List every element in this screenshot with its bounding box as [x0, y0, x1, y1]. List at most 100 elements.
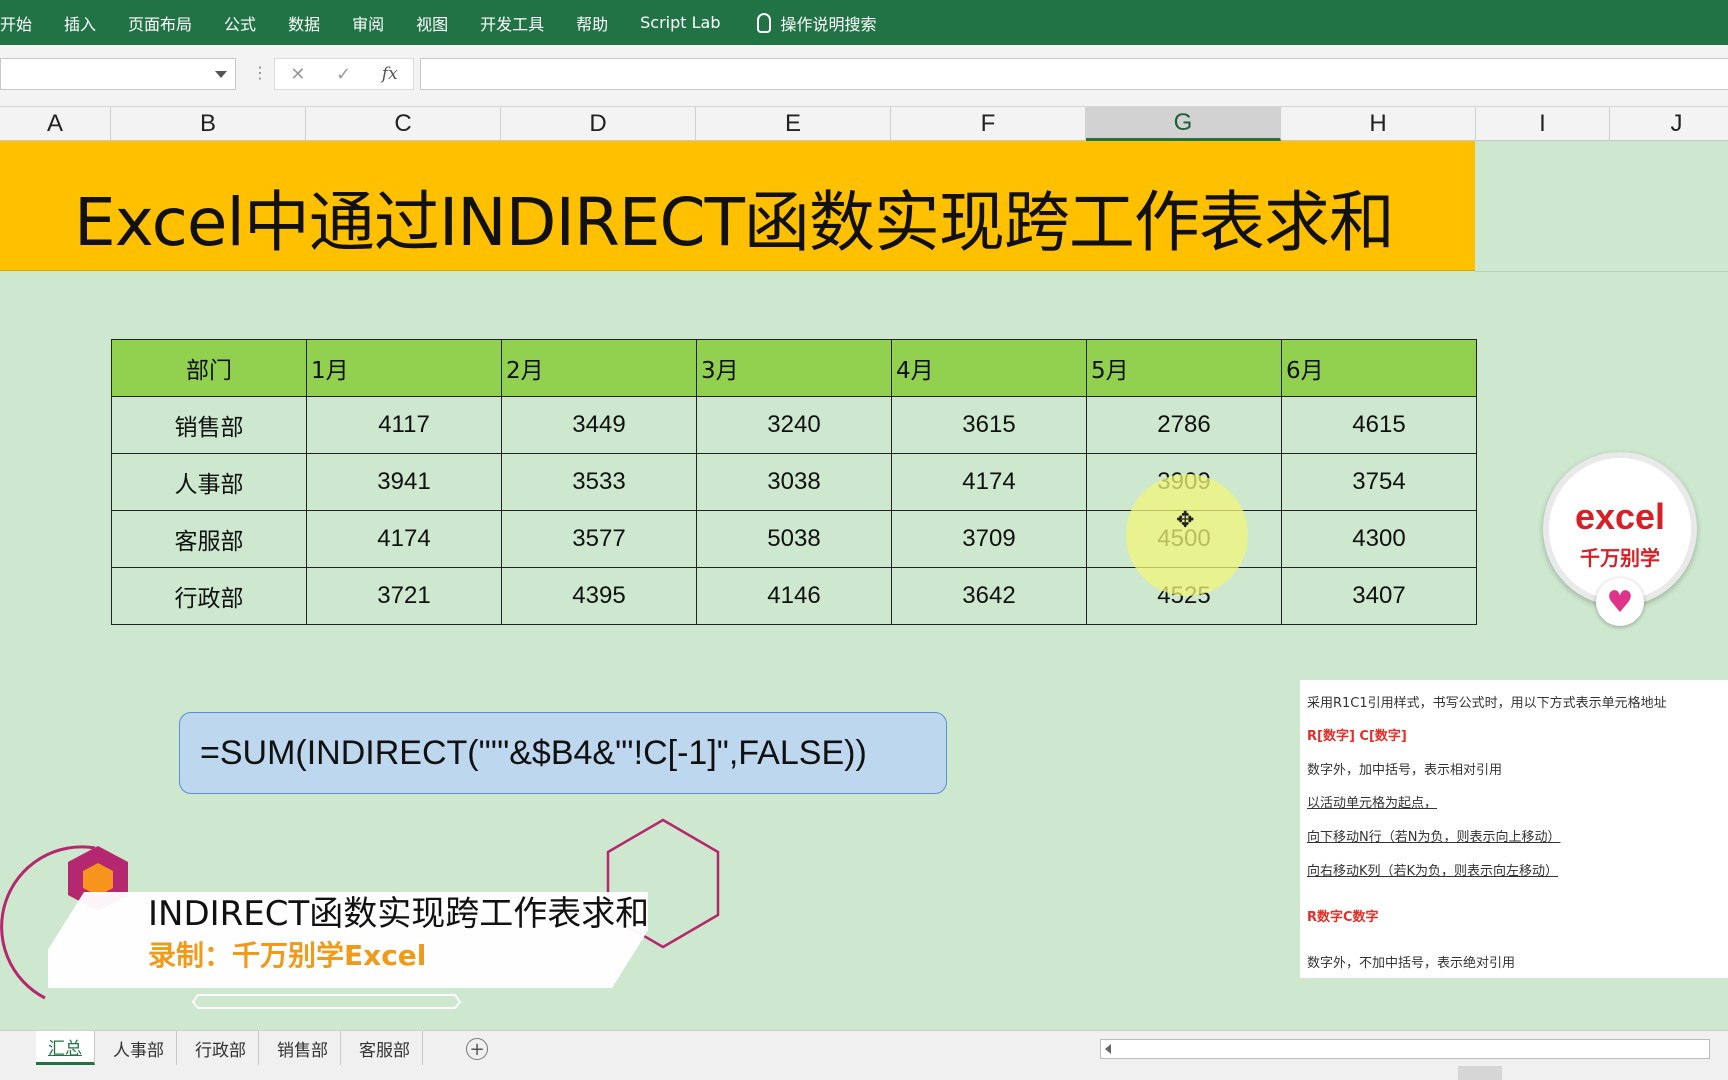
value-cell[interactable]: 3577 — [501, 510, 697, 568]
note-line: 向右移动K列（若K为负，则表示向左移动） — [1307, 864, 1559, 879]
cursor-highlight — [1126, 474, 1248, 596]
column-header-j[interactable]: J — [1610, 107, 1728, 141]
table-header-row: 部门 1月 2月 3月 4月 5月 6月 — [111, 339, 1477, 397]
row-divider — [1475, 271, 1728, 272]
name-box[interactable] — [0, 58, 236, 90]
tab-formulas[interactable]: 公式 — [208, 11, 272, 35]
column-header-f[interactable]: F — [891, 107, 1086, 141]
tab-review[interactable]: 审阅 — [336, 11, 400, 35]
value-cell[interactable]: 5038 — [696, 510, 892, 568]
tab-page-layout[interactable]: 页面布局 — [112, 11, 208, 35]
chevron-down-icon[interactable] — [215, 71, 227, 78]
formula-textbox[interactable]: =SUM(INDIRECT("'"&$B4&"'!C[-1]",FALSE)) — [179, 712, 947, 794]
formula-buttons: ✕ ✓ fx — [274, 58, 414, 90]
tab-insert[interactable]: 插入 — [48, 11, 112, 35]
sheet-tab-sales[interactable]: 销售部 — [265, 1031, 341, 1065]
notes-panel[interactable]: 采用R1C1引用样式，书写公式时，用以下方式表示单元格地址 R[数字] C[数字… — [1300, 680, 1728, 978]
note-line: R数字C数字 — [1307, 910, 1379, 925]
value-cell[interactable]: 3038 — [696, 453, 892, 511]
header-cell[interactable]: 2月 — [501, 339, 697, 397]
sheet-tab-bar: 汇总 人事部 行政部 销售部 客服部 + — [0, 1030, 1728, 1066]
drag-handle-icon[interactable]: ⋮ — [252, 63, 268, 82]
sheet-tab-admin[interactable]: 行政部 — [183, 1031, 259, 1065]
column-header-c[interactable]: C — [306, 107, 501, 141]
logo-text-excel: excel — [1574, 496, 1666, 537]
tab-developer[interactable]: 开发工具 — [464, 11, 560, 35]
column-header-g[interactable]: G — [1086, 107, 1281, 141]
value-cell[interactable]: 4300 — [1281, 510, 1477, 568]
table-row: 客服部 4174 3577 5038 3709 4500 4300 — [111, 510, 1477, 568]
header-cell[interactable]: 5月 — [1086, 339, 1282, 397]
header-cell[interactable]: 6月 — [1281, 339, 1477, 397]
value-cell[interactable]: 3642 — [891, 567, 1087, 625]
formula-input[interactable] — [420, 58, 1728, 90]
value-cell[interactable]: 3709 — [891, 510, 1087, 568]
header-cell[interactable]: 部门 — [111, 339, 307, 397]
lightbulb-icon — [756, 12, 771, 33]
note-line: R[数字] C[数字] — [1307, 729, 1407, 744]
tab-view[interactable]: 视图 — [400, 11, 464, 35]
tab-data[interactable]: 数据 — [272, 11, 336, 35]
value-cell[interactable]: 3533 — [501, 453, 697, 511]
table-row: 人事部 3941 3533 3038 4174 3909 3754 — [111, 453, 1477, 511]
value-cell[interactable]: 3407 — [1281, 567, 1477, 625]
enter-icon[interactable]: ✓ — [336, 64, 351, 85]
column-header-e[interactable]: E — [696, 107, 891, 141]
column-header-b[interactable]: B — [111, 107, 306, 141]
note-line: 向下移动N行（若N为负，则表示向上移动） — [1307, 830, 1561, 845]
tab-home[interactable]: 开始 — [0, 11, 48, 35]
overlay-title: INDIRECT函数实现跨工作表求和 — [148, 894, 650, 934]
value-cell[interactable]: 2786 — [1086, 396, 1282, 454]
tab-help[interactable]: 帮助 — [560, 11, 624, 35]
title-banner[interactable]: Excel中通过INDIRECT函数实现跨工作表求和 — [0, 141, 1475, 271]
table-row: 行政部 3721 4395 4146 3642 4525 3407 — [111, 567, 1477, 625]
tell-me-label: 操作说明搜索 — [780, 14, 877, 34]
logo-text-slogan: 千万别学 — [1580, 546, 1660, 570]
dept-cell[interactable]: 人事部 — [111, 453, 307, 511]
sheet-tab-hr[interactable]: 人事部 — [101, 1031, 177, 1065]
dept-cell[interactable]: 行政部 — [111, 567, 307, 625]
value-cell[interactable]: 4174 — [306, 510, 502, 568]
data-table: 部门 1月 2月 3月 4月 5月 6月 销售部 4117 3449 3240 … — [111, 339, 1477, 625]
cancel-icon[interactable]: ✕ — [290, 64, 305, 85]
sheet-tab-service[interactable]: 客服部 — [347, 1031, 423, 1065]
header-cell[interactable]: 4月 — [891, 339, 1087, 397]
tab-script-lab[interactable]: Script Lab — [624, 13, 736, 32]
value-cell[interactable]: 3721 — [306, 567, 502, 625]
value-cell[interactable]: 3941 — [306, 453, 502, 511]
note-line: 以活动单元格为起点， — [1307, 796, 1438, 811]
column-header-h[interactable]: H — [1281, 107, 1476, 141]
note-line: 数字外，不加中括号，表示绝对引用 — [1307, 956, 1516, 971]
value-cell[interactable]: 4146 — [696, 567, 892, 625]
dept-cell[interactable]: 销售部 — [111, 396, 307, 454]
normal-view-icon[interactable] — [1458, 1066, 1502, 1080]
value-cell[interactable]: 4117 — [306, 396, 502, 454]
scroll-left-icon[interactable] — [1105, 1044, 1111, 1054]
column-header-a[interactable]: A — [0, 107, 111, 141]
value-cell[interactable]: 4395 — [501, 567, 697, 625]
column-header-d[interactable]: D — [501, 107, 696, 141]
overlay-subtitle: 录制：千万别学Excel — [148, 939, 427, 972]
video-title-overlay: INDIRECT函数实现跨工作表求和 录制：千万别学Excel — [0, 810, 740, 1010]
note-line: 采用R1C1引用样式，书写公式时，用以下方式表示单元格地址 — [1307, 696, 1667, 711]
column-headers: A B C D E F G H I J — [0, 107, 1728, 141]
tell-me-search[interactable]: 操作说明搜索 — [737, 11, 877, 35]
value-cell[interactable]: 4615 — [1281, 396, 1477, 454]
add-sheet-icon[interactable]: + — [466, 1038, 488, 1060]
formula-bar: ⋮ ✕ ✓ fx — [0, 45, 1728, 107]
sheet-tab-summary[interactable]: 汇总 — [36, 1031, 95, 1065]
value-cell[interactable]: 4174 — [891, 453, 1087, 511]
value-cell[interactable]: 3615 — [891, 396, 1087, 454]
header-cell[interactable]: 1月 — [306, 339, 502, 397]
value-cell[interactable]: 3240 — [696, 396, 892, 454]
column-header-i[interactable]: I — [1476, 107, 1610, 141]
dept-cell[interactable]: 客服部 — [111, 510, 307, 568]
insert-function-icon[interactable]: fx — [382, 64, 398, 84]
horizontal-scrollbar[interactable] — [1100, 1039, 1710, 1059]
move-cursor-icon: ✥ — [1176, 508, 1195, 533]
note-line: 数字外，加中括号，表示相对引用 — [1307, 763, 1503, 778]
header-cell[interactable]: 3月 — [696, 339, 892, 397]
banner-title: Excel中通过INDIRECT函数实现跨工作表求和 — [74, 184, 1395, 261]
value-cell[interactable]: 3754 — [1281, 453, 1477, 511]
value-cell[interactable]: 3449 — [501, 396, 697, 454]
